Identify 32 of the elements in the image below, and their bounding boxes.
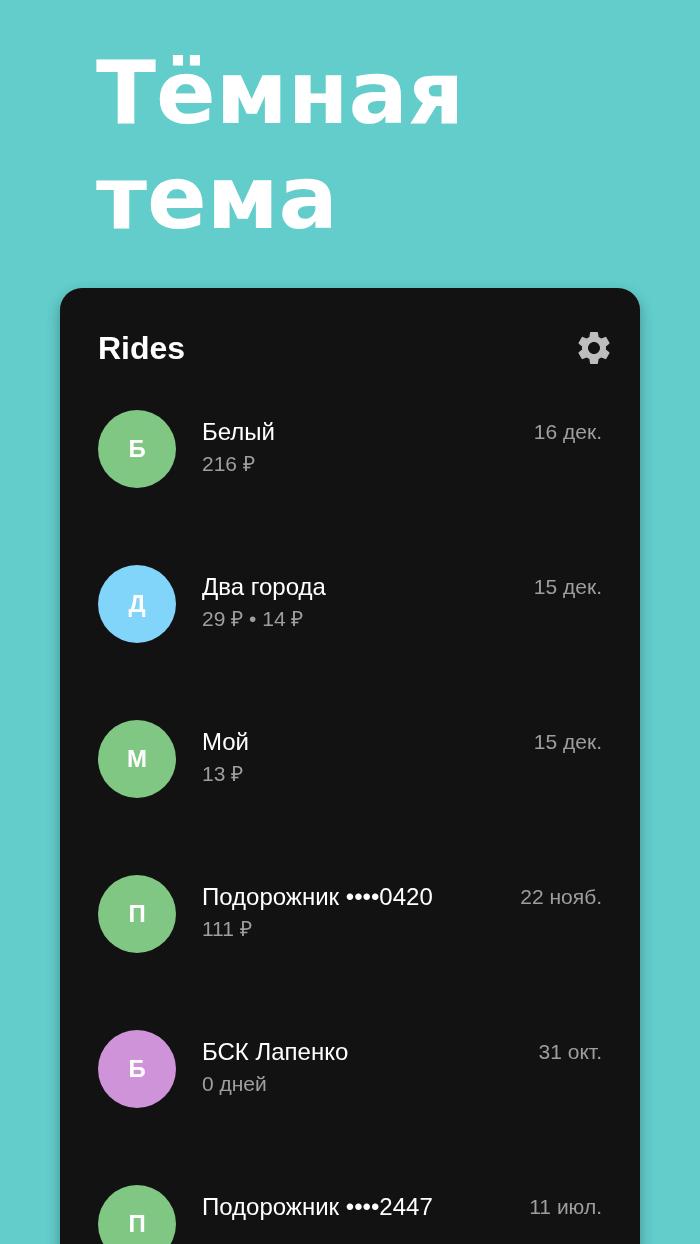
ride-date: 22 нояб.: [520, 885, 602, 909]
avatar: П: [98, 875, 176, 953]
headline: Тёмная: [96, 40, 465, 145]
ride-name: Два города: [202, 572, 326, 602]
ride-item[interactable]: Б БСК Лапенко 0 дней 31 окт.: [98, 1030, 602, 1185]
ride-item[interactable]: М Мой 13 ₽ 15 дек.: [98, 720, 602, 875]
ride-item[interactable]: П Подорожник ••••0420 111 ₽ 22 нояб.: [98, 875, 602, 1030]
avatar: Д: [98, 565, 176, 643]
ride-name: Мой: [202, 727, 249, 757]
app-title: Rides: [98, 329, 186, 367]
ride-name: Подорожник ••••0420: [202, 882, 433, 912]
ride-detail: 111 ₽: [202, 916, 252, 942]
avatar: П: [98, 1185, 176, 1244]
ride-item[interactable]: П Подорожник ••••2447 11 июл.: [98, 1185, 602, 1244]
ride-detail: 0 дней: [202, 1071, 267, 1097]
ride-item[interactable]: Д Два города 29 ₽ • 14 ₽ 15 дек.: [98, 565, 602, 720]
ride-name: Белый: [202, 417, 275, 447]
avatar: Б: [98, 410, 176, 488]
avatar: Б: [98, 1030, 176, 1108]
ride-name: Подорожник ••••2447: [202, 1192, 433, 1222]
avatar: М: [98, 720, 176, 798]
ride-detail: 29 ₽ • 14 ₽: [202, 606, 304, 632]
ride-detail: 13 ₽: [202, 761, 244, 787]
ride-date: 11 июл.: [529, 1195, 602, 1219]
ride-date: 16 дек.: [533, 420, 602, 444]
headline: тема: [96, 145, 338, 250]
ride-date: 15 дек.: [533, 730, 602, 754]
ride-name: БСК Лапенко: [202, 1037, 349, 1067]
ride-date: 31 окт.: [538, 1040, 602, 1064]
ride-date: 15 дек.: [533, 575, 602, 599]
ride-detail: 216 ₽: [202, 451, 255, 477]
ride-item[interactable]: Б Белый 216 ₽ 16 дек.: [98, 410, 602, 565]
